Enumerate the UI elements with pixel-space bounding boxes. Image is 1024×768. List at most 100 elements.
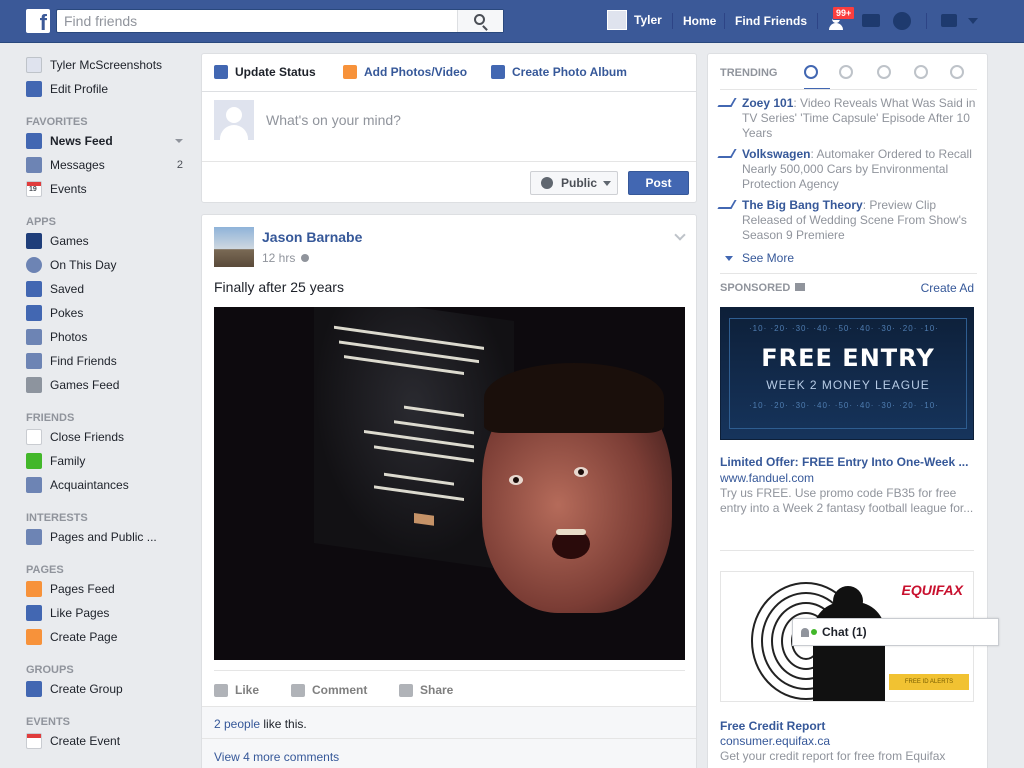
ad-url-link[interactable]: consumer.equifax.ca: [720, 734, 830, 748]
sidebar-item-pokes[interactable]: Pokes: [26, 301, 191, 325]
megaphone-icon: [795, 283, 806, 291]
star-icon: [26, 429, 42, 445]
notifications-globe-icon[interactable]: [893, 12, 911, 30]
chat-tab[interactable]: Chat (1): [792, 618, 999, 646]
ad-url-link[interactable]: www.fanduel.com: [720, 471, 814, 485]
pages-list-icon: [26, 529, 42, 545]
ad-title-link[interactable]: Free Credit Report: [720, 719, 825, 733]
tab-update-status[interactable]: Update Status: [214, 65, 316, 79]
trending-item[interactable]: The Big Bang Theory: Preview Clip Releas…: [717, 198, 978, 243]
ad-image-fanduel[interactable]: ·10· ·20· ·30· ·40· ·50· ·40· ·30· ·20· …: [720, 307, 974, 440]
sidebar-item-like-pages[interactable]: Like Pages: [26, 601, 191, 625]
trending-sports-icon[interactable]: [914, 65, 928, 79]
sidebar-item-create-group[interactable]: Create Group: [26, 677, 191, 701]
chat-label: Chat (1): [822, 625, 867, 639]
clock-icon: [26, 257, 42, 273]
status-input[interactable]: What's on your mind?: [266, 112, 401, 128]
sidebar-item-close-friends[interactable]: Close Friends: [26, 425, 191, 449]
ad-image-subtitle: WEEK 2 MONEY LEAGUE: [766, 378, 930, 392]
tab-label: Create Photo Album: [512, 65, 627, 79]
nav-home-link[interactable]: Home: [683, 14, 716, 28]
comment-button[interactable]: Comment: [291, 683, 367, 697]
share-button[interactable]: Share: [399, 683, 453, 697]
privacy-lock-icon[interactable]: [941, 14, 957, 27]
tab-add-photos-video[interactable]: Add Photos/Video: [343, 65, 467, 79]
view-more-comments-link[interactable]: View 4 more comments: [202, 738, 696, 768]
sidebar-item-photos[interactable]: Photos: [26, 325, 191, 349]
post-options-chevron-icon[interactable]: [674, 229, 686, 241]
nav-profile-link[interactable]: Tyler: [607, 10, 662, 30]
photo-hair: [484, 363, 664, 433]
acquaintances-icon: [26, 477, 42, 493]
sidebar-item-pages-feed[interactable]: Pages Feed: [26, 577, 191, 601]
section-heading-friends: FRIENDS: [26, 412, 75, 424]
sidebar-item-on-this-day[interactable]: On This Day: [26, 253, 191, 277]
calendar-day-number: 19: [29, 186, 37, 193]
sidebar-item-profile[interactable]: Tyler McScreenshots: [26, 53, 191, 77]
see-more-label: See More: [742, 251, 795, 265]
sidebar-item-edit-profile[interactable]: Edit Profile: [26, 77, 191, 101]
pencil-icon: [26, 81, 42, 97]
post-author-link[interactable]: Jason Barnabe: [262, 229, 362, 245]
trending-top-icon[interactable]: [804, 65, 818, 79]
nav-divider: [926, 13, 927, 29]
tab-create-photo-album[interactable]: Create Photo Album: [491, 65, 627, 79]
nav-find-friends-link[interactable]: Find Friends: [735, 14, 807, 28]
like-button[interactable]: Like: [214, 683, 259, 697]
trending-item[interactable]: Volkswagen: Automaker Ordered to Recall …: [717, 147, 978, 192]
sidebar-item-find-friends[interactable]: Find Friends: [26, 349, 191, 373]
sidebar-item-family[interactable]: Family: [26, 449, 191, 473]
create-group-icon: [26, 681, 42, 697]
divider: [720, 89, 977, 90]
sidebar-item-label: Pages and Public ...: [50, 530, 157, 544]
sidebar-item-games[interactable]: Games: [26, 229, 191, 253]
trending-politics-icon[interactable]: [839, 65, 853, 79]
sidebar-item-label: Messages: [50, 158, 105, 172]
post-text: Finally after 25 years: [214, 279, 344, 295]
post-button[interactable]: Post: [628, 171, 689, 195]
photos-icon: [26, 329, 42, 345]
trending-item[interactable]: Zoey 101: Video Reveals What Was Said in…: [717, 96, 978, 141]
account-caret-icon[interactable]: [968, 18, 978, 24]
sidebar-item-events[interactable]: 19 Events: [26, 177, 191, 201]
notification-badge: 99+: [832, 6, 856, 20]
search-input[interactable]: [57, 10, 457, 32]
composer-footer: Public Post: [202, 161, 696, 203]
share-arrow-icon: [399, 683, 413, 697]
divider: [720, 550, 974, 551]
sidebar-item-saved[interactable]: Saved: [26, 277, 191, 301]
post-time-text: 12 hrs: [262, 251, 296, 265]
search-button[interactable]: [457, 10, 503, 32]
sidebar-item-games-feed[interactable]: Games Feed: [26, 373, 191, 397]
ad-description: Get your credit report for free from Equ…: [720, 749, 946, 763]
trending-entertainment-icon[interactable]: [950, 65, 964, 79]
sidebar-item-messages[interactable]: Messages 2: [26, 153, 191, 177]
divider: [720, 273, 977, 274]
author-avatar[interactable]: [214, 227, 254, 267]
sidebar-item-acquaintances[interactable]: Acquaintances: [26, 473, 191, 497]
ad-description: Try us FREE. Use promo code FB35 for fre…: [720, 486, 974, 515]
sidebar-item-create-event[interactable]: Create Event: [26, 729, 191, 753]
sidebar-item-label: Tyler McScreenshots: [50, 58, 163, 72]
post-photo[interactable]: [214, 307, 685, 660]
chevron-down-icon[interactable]: [175, 139, 183, 143]
ad-title-link[interactable]: Limited Offer: FREE Entry Into One-Week …: [720, 455, 976, 469]
sidebar-item-news-feed[interactable]: News Feed: [26, 129, 191, 153]
yard-line-labels: ·10· ·20· ·30· ·40· ·50· ·40· ·30· ·20· …: [749, 401, 939, 410]
sidebar-item-create-page[interactable]: Create Page: [26, 625, 191, 649]
sidebar-item-pages-public[interactable]: Pages and Public ...: [26, 525, 191, 549]
privacy-selector[interactable]: Public: [530, 171, 618, 195]
facebook-logo[interactable]: f: [26, 9, 50, 35]
create-ad-link[interactable]: Create Ad: [921, 281, 974, 295]
messages-icon[interactable]: [862, 14, 880, 27]
likes-people-link[interactable]: 2 people: [214, 717, 260, 731]
public-globe-icon: [301, 254, 310, 262]
trending-topic: Zoey 101: [742, 96, 794, 110]
photo-teeth: [556, 529, 586, 535]
post-timestamp[interactable]: 12 hrs: [262, 251, 310, 265]
see-more-link[interactable]: See More: [725, 251, 794, 265]
sidebar-item-label: Acquaintances: [50, 478, 129, 492]
trending-arrow-icon: [717, 98, 737, 107]
search-box: [56, 9, 504, 33]
trending-science-icon[interactable]: [877, 65, 891, 79]
